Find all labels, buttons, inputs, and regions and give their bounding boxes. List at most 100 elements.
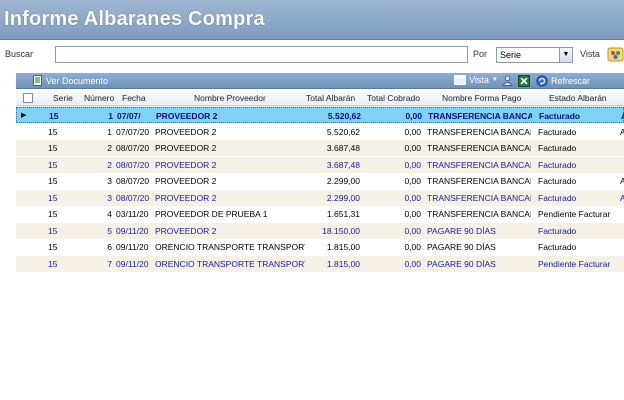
column-header-fecha[interactable]: Fecha <box>122 90 152 106</box>
cell-serie: 15 <box>48 225 58 236</box>
column-header-total-cobrado[interactable]: Total Cobrado <box>367 90 423 106</box>
cell-forma-pago: TRANSFERENCIA BANCA <box>428 111 532 121</box>
cell-total: 5.520,62 <box>327 111 361 121</box>
title-bar: Informe Albaranes Compra <box>0 0 624 40</box>
cell-numero: 3 <box>107 176 112 186</box>
column-header-forma-pago[interactable]: Nombre Forma Pago <box>442 90 534 106</box>
cell-serie: 15 <box>48 258 58 269</box>
cell-fecha: 08/07/20 <box>116 143 150 153</box>
cell-proveedor: PROVEEDOR 2 <box>155 225 217 236</box>
column-header-estado[interactable]: Estado Albarán <box>549 90 613 106</box>
ver-documento-label: Ver Documento <box>46 75 109 86</box>
table-row[interactable]: ▶ 15 1 07/07/PROVEEDOR 2 5.520,62 0,00 TRANSFE… <box>16 107 624 123</box>
por-select-value: Serie <box>500 50 522 60</box>
cell-numero: 5 <box>107 225 112 236</box>
refrescar-button[interactable]: Refrescar <box>536 75 590 87</box>
vista-menu-button[interactable]: Vista ▼ <box>454 75 498 85</box>
cell-cobrado: 0,00 <box>404 225 421 236</box>
por-select[interactable]: Serie ▼ <box>496 47 573 63</box>
column-header-numero[interactable]: Número <box>84 90 116 106</box>
grid-toolbar: Ver Documento Vista ▼ Refrescar <box>16 73 624 89</box>
cell-proveedor: ORENCIO TRANSPORTE TRANSPORTE <box>155 242 305 252</box>
albaranes-grid: Serie Número Fecha Nombre Proveedor Tota… <box>16 90 624 400</box>
table-row[interactable]: 15 1 07/07/20 PROVEEDOR 2 5.520,62 0,00 TRANSF… <box>16 124 624 140</box>
cell-proveedor: PROVEEDOR 2 <box>155 176 217 186</box>
cell-total: 18.150,00 <box>322 225 360 236</box>
table-row[interactable]: 15 2 08/07/20 PROVEEDOR 2 3.687,48 0,00 TRANSF… <box>16 156 624 173</box>
cell-proveedor: PROVEEDOR DE PRUEBA 1 <box>155 209 268 219</box>
cell-cobrado: 0,00 <box>404 159 421 170</box>
select-all-checkbox[interactable] <box>23 93 33 103</box>
chevron-down-icon[interactable]: ▼ <box>559 48 572 62</box>
cell-proveedor: ORENCIO TRANSPORTE TRANSPORTE <box>155 258 305 269</box>
cell-cobrado: 0,00 <box>404 143 421 153</box>
document-icon <box>32 75 43 86</box>
cell-fecha: 08/07/20 <box>116 159 150 170</box>
table-row[interactable]: 15 4 03/11/20 PROVEEDOR DE PRUEBA 1 1.651,31… <box>16 206 624 222</box>
cell-numero: 1 <box>108 111 113 121</box>
cell-extra: A <box>620 192 624 203</box>
cell-estado: Facturado <box>538 225 577 236</box>
cell-forma-pago: PAGARE 90 DÍAS <box>427 225 496 236</box>
cell-serie: 15 <box>48 209 58 219</box>
palette-icon[interactable] <box>607 46 624 63</box>
cell-fecha: 07/07/ <box>117 111 141 121</box>
cell-numero: 2 <box>107 159 112 170</box>
cell-fecha: 07/07/20 <box>116 126 150 137</box>
user-button[interactable] <box>502 75 513 86</box>
cell-extra: A <box>620 176 624 186</box>
cell-cobrado: 0,00 <box>404 209 421 219</box>
cell-serie: 15 <box>48 192 58 203</box>
search-input[interactable] <box>55 46 468 63</box>
cell-numero: 7 <box>107 258 112 269</box>
cell-serie: 15 <box>49 111 59 121</box>
cell-forma-pago: TRANSFERENCIA BANCARIA <box>427 176 531 186</box>
cell-forma-pago: PAGARE 90 DÍAS <box>427 258 496 269</box>
table-row[interactable]: 15 5 09/11/20 PROVEEDOR 2 18.150,00 0,00 PAGAR… <box>16 222 624 239</box>
cell-forma-pago: TRANSFERENCIA BANCARIA <box>427 209 531 219</box>
chevron-down-icon: ▼ <box>491 77 498 83</box>
por-label: Por <box>473 49 488 59</box>
column-header-total-albaran[interactable]: Total Albarán <box>306 90 362 106</box>
cell-total: 3.687,48 <box>326 159 360 170</box>
table-row[interactable]: 15 7 09/11/20 ORENCIO TRANSPORTE TRANSPORTE… <box>16 255 624 272</box>
cell-serie: 15 <box>48 242 58 252</box>
cell-proveedor: PROVEEDOR 2 <box>155 126 217 137</box>
cell-fecha: 08/07/20 <box>116 192 150 203</box>
cell-proveedor: PROVEEDOR 2 <box>156 111 218 121</box>
cell-cobrado: 0,00 <box>404 258 421 269</box>
cell-serie: 15 <box>48 126 58 137</box>
search-bar: Buscar Por Serie ▼ Vista <box>0 40 624 70</box>
ver-documento-button[interactable]: Ver Documento <box>32 75 108 86</box>
table-row[interactable]: 15 3 08/07/20 PROVEEDOR 2 2.299,00 0,00 TRANSF… <box>16 189 624 206</box>
table-row[interactable]: 15 3 08/07/20 PROVEEDOR 2 2.299,00 0,00 TRANSF… <box>16 173 624 189</box>
cell-numero: 3 <box>107 192 112 203</box>
table-row[interactable]: 15 6 09/11/20 ORENCIO TRANSPORTE TRANSPORTE… <box>16 239 624 255</box>
column-header-serie[interactable]: Serie <box>53 90 73 106</box>
cell-estado: Facturado <box>538 159 577 170</box>
cell-cobrado: 0,00 <box>404 242 421 252</box>
cell-estado: Facturado <box>538 192 577 203</box>
cell-total: 2.299,00 <box>326 176 360 186</box>
cell-forma-pago: TRANSFERENCIA BANCARIA <box>427 192 531 203</box>
cell-serie: 15 <box>48 159 58 170</box>
cell-forma-pago: TRANSFERENCIA BANCARIA <box>427 143 531 153</box>
cell-total: 2.299,00 <box>326 192 360 203</box>
cell-total: 1.815,00 <box>326 242 360 252</box>
cell-numero: 2 <box>107 143 112 153</box>
cell-fecha: 08/07/20 <box>116 176 150 186</box>
cell-fecha: 09/11/20 <box>116 225 149 236</box>
cell-forma-pago: PAGARE 90 DÍAS <box>427 242 496 252</box>
excel-button[interactable] <box>518 75 530 87</box>
cell-fecha: 09/11/20 <box>116 242 149 252</box>
table-row[interactable]: 15 2 08/07/20 PROVEEDOR 2 3.687,48 0,00 TRANSF… <box>16 140 624 156</box>
cell-forma-pago: TRANSFERENCIA BANCARIA <box>427 159 531 170</box>
cell-numero: 4 <box>107 209 112 219</box>
cell-proveedor: PROVEEDOR 2 <box>155 192 217 203</box>
cell-total: 3.687,48 <box>326 143 360 153</box>
column-header-nombre-proveedor[interactable]: Nombre Proveedor <box>194 90 294 106</box>
cell-serie: 15 <box>48 143 58 153</box>
cell-total: 1.815,00 <box>326 258 360 269</box>
cell-total: 5.520,62 <box>326 126 360 137</box>
cell-estado: Facturado <box>538 242 577 252</box>
